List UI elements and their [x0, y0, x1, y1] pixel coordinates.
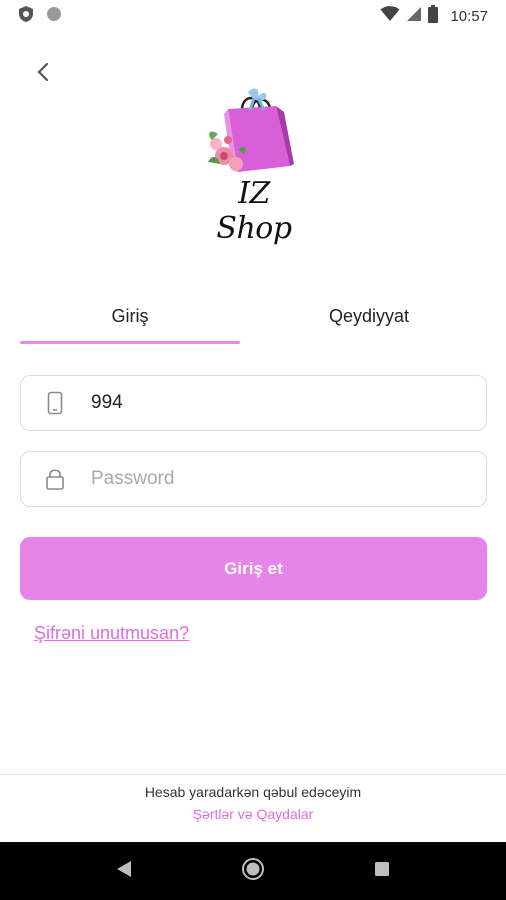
terms-link[interactable]: Şərtlər və Qaydalar — [0, 806, 506, 822]
tab-login[interactable]: Giriş — [20, 290, 240, 342]
phone-field[interactable] — [20, 375, 487, 431]
nav-home-icon — [241, 857, 265, 886]
lock-icon — [21, 452, 89, 506]
back-button[interactable] — [30, 60, 56, 88]
logo-text: IZ Shop — [216, 176, 292, 246]
login-button[interactable]: Giriş et — [20, 537, 487, 600]
phone-input[interactable] — [91, 392, 471, 414]
circle-icon — [46, 6, 62, 27]
forgot-password-link[interactable]: Şifrəni unutmusan? — [34, 623, 189, 644]
wifi-icon — [380, 5, 400, 27]
system-nav-bar — [0, 842, 506, 900]
nav-recents-icon — [374, 861, 390, 882]
back-icon — [36, 62, 50, 87]
shop-logo: IZ Shop — [198, 84, 310, 246]
signal-icon — [406, 6, 422, 27]
terms-intro-text: Hesab yaradarkən qəbul edəceyim — [144, 784, 362, 800]
shopping-bag-icon — [208, 88, 294, 172]
auth-tabs: Giriş Qeydiyyat — [20, 290, 486, 346]
status-time: 10:57 — [450, 7, 488, 25]
terms-footer: Hesab yaradarkən qəbul edəceyim Şərtlər … — [0, 774, 506, 842]
battery-icon — [428, 4, 439, 28]
nav-back-icon — [116, 860, 132, 883]
nav-recents-button[interactable] — [362, 851, 402, 891]
tab-register[interactable]: Qeydiyyat — [252, 290, 486, 342]
nav-home-button[interactable] — [233, 851, 273, 891]
phone-icon — [21, 376, 89, 430]
shield-icon — [18, 5, 34, 28]
status-bar: 10:57 — [0, 0, 506, 32]
tab-active-indicator — [20, 341, 240, 344]
password-field[interactable] — [20, 451, 487, 507]
nav-back-button[interactable] — [104, 851, 144, 891]
password-input[interactable] — [91, 468, 471, 490]
